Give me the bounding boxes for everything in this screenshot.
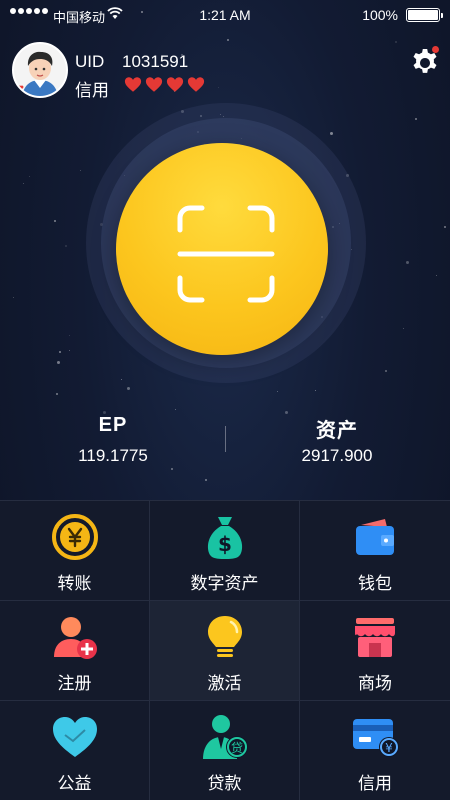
credit-hearts	[124, 76, 205, 93]
uid-label: UID	[75, 52, 105, 71]
grid-item-transfer[interactable]: 转账	[0, 500, 150, 600]
lightbulb-icon	[207, 616, 242, 657]
add-user-icon	[53, 617, 97, 659]
uid-value: 1031591	[122, 52, 189, 71]
heart-icon	[187, 77, 205, 92]
grid-item-label: 注册	[57, 674, 92, 693]
assets-value: 2917.900	[301, 446, 373, 465]
svg-text:$: $	[218, 532, 232, 556]
charity-heart-icon	[52, 717, 97, 757]
heart-icon	[124, 77, 142, 92]
grid-item-register[interactable]: 注册	[0, 600, 150, 700]
grid-item-charity[interactable]: 公益	[0, 700, 150, 800]
loan-badge: 贷	[230, 741, 242, 755]
assets-title: 资产	[316, 420, 358, 442]
notification-dot	[432, 46, 439, 53]
status-bar: 中国移动 1:21 AM 100%	[0, 0, 450, 30]
function-grid: 转账 $ 数字资产 钱包 注册 激活 商场 公益 贷 贷款 ¥ 信用	[0, 500, 450, 800]
battery-icon	[406, 8, 443, 22]
money-bag-icon: $	[207, 517, 242, 559]
store-icon	[355, 618, 395, 657]
grid-item-label: 转账	[57, 574, 92, 593]
grid-item-wallet[interactable]: 钱包	[300, 500, 450, 600]
avatar[interactable]	[12, 42, 68, 98]
grid-item-label: 激活	[207, 674, 242, 693]
grid-item-store[interactable]: 商场	[300, 600, 450, 700]
scan-icon	[177, 205, 275, 303]
battery-percent: 100%	[362, 7, 398, 23]
loan-icon: 贷	[202, 715, 248, 759]
grid-item-label: 数字资产	[190, 574, 259, 593]
grid-item-label: 信用	[358, 774, 392, 793]
ep-value: 119.1775	[78, 446, 148, 465]
credit-badge: ¥	[385, 741, 393, 755]
grid-item-label: 贷款	[207, 774, 242, 793]
grid-item-activate[interactable]: 激活	[150, 600, 300, 700]
wallet-icon	[356, 519, 394, 555]
grid-item-label: 商场	[358, 674, 392, 693]
stats-divider	[225, 426, 226, 452]
grid-item-label: 钱包	[358, 574, 392, 593]
grid-item-digital-assets[interactable]: $ 数字资产	[150, 500, 300, 600]
heart-icon	[145, 77, 163, 92]
credit-label: 信用	[75, 81, 109, 100]
credit-card-icon: ¥	[353, 719, 399, 757]
transfer-icon	[51, 514, 98, 560]
grid-item-label: 公益	[57, 774, 92, 793]
grid-item-credit[interactable]: ¥ 信用	[300, 700, 450, 800]
grid-item-loan[interactable]: 贷 贷款	[150, 700, 300, 800]
ep-title: EP	[98, 414, 128, 436]
avatar-image	[14, 44, 66, 96]
heart-icon	[166, 77, 184, 92]
